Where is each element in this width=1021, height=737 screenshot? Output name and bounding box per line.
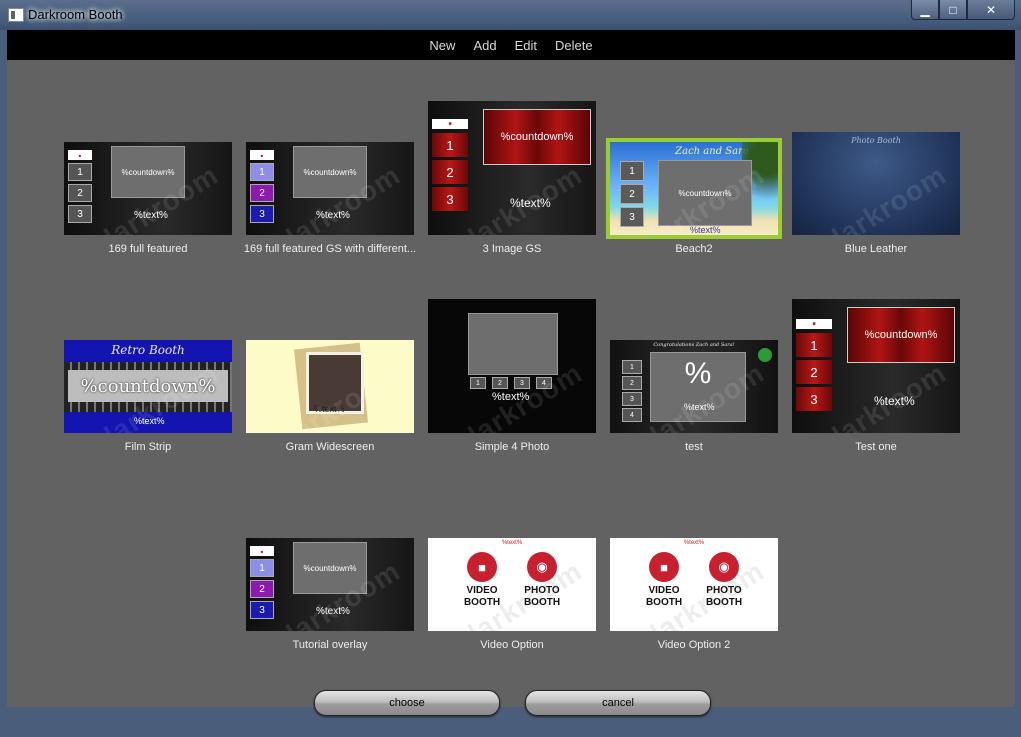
- template-label: Tutorial overlay: [292, 639, 368, 651]
- template-thumbnail: ■ 1 2 3 %countdown% %text% darkroom: [792, 299, 960, 433]
- thumbnail-sidebar: ■ 123: [250, 150, 274, 223]
- maximize-button[interactable]: □: [939, 0, 967, 20]
- template-thumbnail: ■ 123 %countdown% %text% darkroom: [246, 538, 414, 631]
- video-camera-icon: ■: [467, 552, 497, 582]
- photo-screen: [468, 313, 558, 375]
- template-thumbnail: ■ 123 %countdown% %text% darkroom: [246, 142, 414, 235]
- choose-button[interactable]: choose: [314, 690, 500, 716]
- menu-new[interactable]: New: [429, 38, 455, 53]
- template-chooser: New Add Edit Delete ■ 123 %countdown% %t…: [7, 30, 1015, 716]
- app-icon: [8, 8, 24, 22]
- cancel-button[interactable]: cancel: [525, 690, 711, 716]
- video-camera-icon: ■: [649, 552, 679, 582]
- logo-icon: ■: [250, 546, 274, 556]
- template-label: Film Strip: [124, 441, 172, 453]
- status-dot-icon: [758, 348, 772, 362]
- thumbnail-sidebar: 1 2 3: [620, 158, 644, 227]
- menu-bar: New Add Edit Delete: [7, 30, 1015, 60]
- logo-icon: ■: [68, 150, 92, 160]
- countdown-screen: %countdown%: [68, 370, 228, 402]
- logo-icon: ■: [796, 319, 832, 329]
- window-controls: ▁ □ ✕: [911, 0, 1015, 20]
- text-placeholder: %text%: [683, 540, 705, 546]
- thumbnail-caption: Photo Booth: [851, 136, 901, 145]
- text-placeholder: %text%: [134, 416, 165, 426]
- window-title: Darkroom Booth: [28, 7, 123, 22]
- watermark: darkroom: [818, 159, 952, 235]
- template-thumbnail: %text% darkroom: [246, 340, 414, 433]
- template-label: Video Option 2: [657, 639, 731, 651]
- photo-booth-label: PHOTO BOOTH: [705, 585, 743, 608]
- thumbnail-sidebar: ■ 123: [68, 150, 92, 223]
- countdown-screen: %countdown%: [658, 160, 752, 226]
- close-button[interactable]: ✕: [967, 0, 1015, 20]
- text-placeholder: %text%: [316, 606, 350, 617]
- text-placeholder: %text%: [492, 391, 530, 403]
- countdown-screen: %countdown%: [483, 109, 591, 165]
- countdown-screen: %countdown%: [293, 146, 367, 198]
- menu-delete[interactable]: Delete: [555, 38, 593, 53]
- countdown-screen: %countdown%: [293, 542, 367, 594]
- photo-slots: 1 2 3 4: [470, 377, 552, 389]
- menu-edit[interactable]: Edit: [515, 38, 537, 53]
- template-label: Beach2: [675, 243, 713, 255]
- template-label: Simple 4 Photo: [474, 441, 550, 453]
- template-label: test: [685, 441, 703, 453]
- template-label: Video Option: [480, 639, 544, 651]
- thumbnail-sidebar: ■ 123: [250, 546, 274, 619]
- text-placeholder: %text%: [684, 402, 715, 412]
- thumbnail-caption: Congratulations Zach and Sara!: [653, 342, 735, 348]
- photo-booth-label: PHOTO BOOTH: [523, 585, 561, 608]
- menu-add[interactable]: Add: [473, 38, 496, 53]
- photo-camera-icon: ◉: [709, 552, 739, 582]
- text-placeholder: %text%: [510, 196, 551, 210]
- template-thumbnail: 1 2 3 4 %text% darkroom: [428, 299, 596, 433]
- template-thumbnail: Congratulations Zach and Sara! 1 2 3 4 %…: [610, 340, 778, 433]
- text-placeholder: %text%: [314, 404, 345, 414]
- template-thumbnail: ■ 1 2 3 %countdown% %text% darkroom: [428, 101, 596, 235]
- countdown-screen: %countdown%: [111, 146, 185, 198]
- logo-icon: ■: [432, 119, 468, 129]
- template-thumbnail: Photo Booth darkroom: [792, 132, 960, 235]
- template-label: Gram Widescreen: [285, 441, 375, 453]
- template-label: 169 full featured: [108, 243, 188, 255]
- template-label: Blue Leather: [844, 243, 908, 255]
- thumbnail-sidebar: 1 2 3 4: [622, 358, 642, 422]
- minimize-button[interactable]: ▁: [911, 0, 939, 20]
- title-bar[interactable]: Darkroom Booth ▁ □ ✕: [0, 0, 1021, 30]
- text-placeholder: %text%: [690, 225, 721, 235]
- thumbnail-caption: Retro Booth: [111, 343, 185, 357]
- template-thumbnail: %text% ■ ◉ VIDEO BOOTH PHOTO BOOTH darkr…: [428, 538, 596, 631]
- template-thumbnail: %text% ■ ◉ VIDEO BOOTH PHOTO BOOTH darkr…: [610, 538, 778, 631]
- template-label: 169 full featured GS with different...: [243, 243, 417, 255]
- template-label: Test one: [855, 441, 897, 453]
- countdown-screen: %countdown%: [847, 307, 955, 363]
- video-booth-label: VIDEO BOOTH: [645, 585, 683, 608]
- text-placeholder: %text%: [874, 394, 915, 408]
- logo-icon: ■: [250, 150, 274, 160]
- text-placeholder: %text%: [316, 210, 350, 221]
- video-booth-label: VIDEO BOOTH: [463, 585, 501, 608]
- text-placeholder: %text%: [501, 540, 523, 546]
- template-thumbnail: Zach and Sara 1 2 3 %countdown% %text% d…: [606, 138, 782, 239]
- template-thumbnail: Retro Booth %countdown% %text% darkroom: [64, 340, 232, 433]
- photo-camera-icon: ◉: [527, 552, 557, 582]
- template-thumbnail: ■ 123 %countdown% %text% darkroom: [64, 142, 232, 235]
- template-label: 3 Image GS: [482, 243, 542, 255]
- text-placeholder: %text%: [134, 210, 168, 221]
